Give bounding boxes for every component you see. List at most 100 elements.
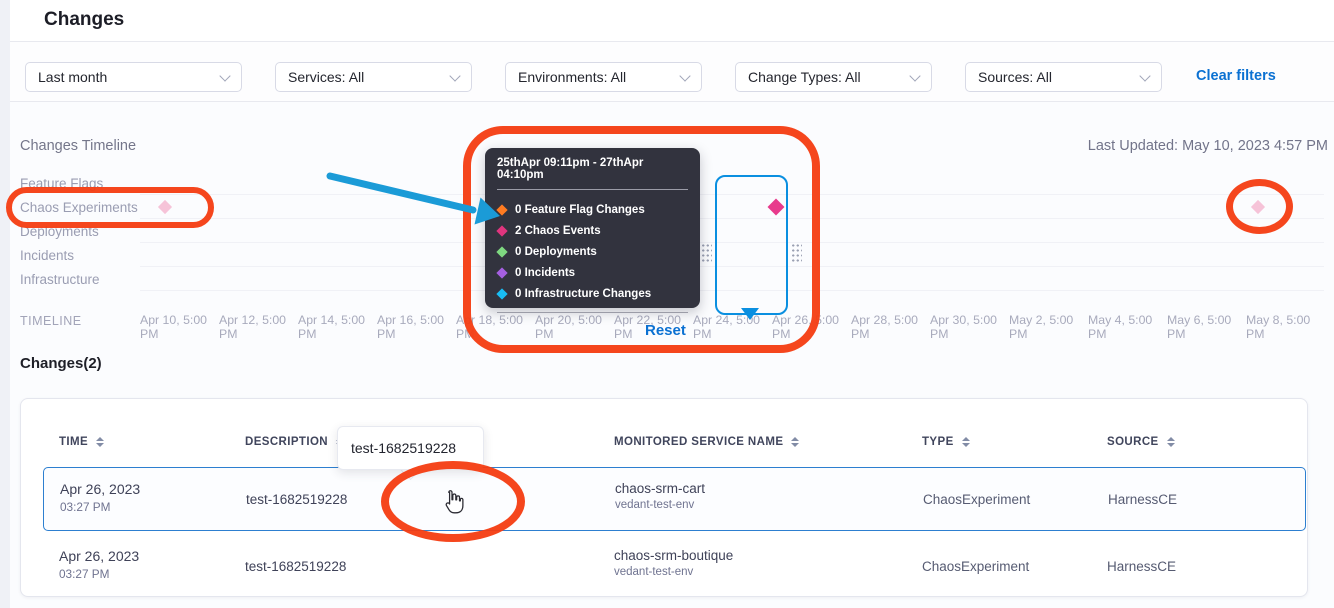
filter-dropdown-1[interactable]: Services: All bbox=[275, 62, 472, 92]
tick-line2: PM bbox=[1088, 327, 1166, 341]
changes-page: Changes Last month Services: All Environme… bbox=[0, 0, 1334, 608]
filter-dropdown-value: Last month bbox=[38, 69, 107, 85]
timeline-lane-chaos-experiments: Chaos Experiments bbox=[20, 200, 138, 215]
sort-icon[interactable] bbox=[791, 437, 799, 447]
tick-line2: PM bbox=[377, 327, 455, 341]
legend-label: 2 Chaos Events bbox=[515, 225, 601, 237]
timeline-tick: Apr 16, 5:00PM bbox=[377, 313, 455, 341]
tick-line2: PM bbox=[1167, 327, 1245, 341]
table-row[interactable]: Apr 26, 2023 03:27 PM test-1682519228 chaos… bbox=[43, 538, 1306, 596]
filter-dropdown-3[interactable]: Change Types: All bbox=[735, 62, 932, 92]
tick-line1: May 6, 5:00 bbox=[1167, 313, 1245, 327]
legend-item: 0 Infrastructure Changes bbox=[497, 283, 688, 304]
column-header-label: TYPE bbox=[922, 436, 954, 448]
last-updated-text: Last Updated: May 10, 2023 4:57 PM bbox=[1088, 138, 1328, 154]
tick-line2: PM bbox=[1009, 327, 1087, 341]
cell-time: Apr 26, 202303:27 PM bbox=[60, 481, 140, 514]
column-header-type[interactable]: TYPE bbox=[922, 436, 970, 448]
sort-up-icon bbox=[791, 437, 799, 441]
tick-line2: PM bbox=[298, 327, 376, 341]
row-date: Apr 26, 2023 bbox=[59, 548, 139, 564]
column-header-time[interactable]: TIME bbox=[59, 436, 104, 448]
column-header-label: SOURCE bbox=[1107, 436, 1159, 448]
sort-down-icon bbox=[962, 443, 970, 447]
column-header-description[interactable]: DESCRIPTION bbox=[245, 436, 344, 448]
legend-diamond-icon bbox=[496, 225, 507, 236]
tick-line1: Apr 12, 5:00 bbox=[219, 313, 297, 327]
column-header-label: DESCRIPTION bbox=[245, 436, 328, 448]
timeline-brush-selection[interactable] bbox=[715, 175, 788, 315]
cell-description: test-1682519228 bbox=[245, 559, 346, 574]
column-header-label: MONITORED SERVICE NAME bbox=[614, 436, 783, 448]
tick-line1: Apr 30, 5:00 bbox=[930, 313, 1008, 327]
tick-line2: PM bbox=[456, 327, 534, 341]
legend-diamond-icon bbox=[496, 204, 507, 215]
tick-line1: Apr 16, 5:00 bbox=[377, 313, 455, 327]
timeline-tick: May 6, 5:00PM bbox=[1167, 313, 1245, 341]
filter-dropdown-4[interactable]: Sources: All bbox=[965, 62, 1162, 92]
tick-line2: PM bbox=[772, 327, 850, 341]
table-row[interactable]: Apr 26, 202303:27 PM test-1682519228 chaos… bbox=[43, 467, 1306, 531]
row-time: 03:27 PM bbox=[59, 567, 139, 581]
reset-button[interactable]: Reset bbox=[645, 322, 686, 339]
timeline-lane-infrastructure: Infrastructure bbox=[20, 272, 100, 287]
chaos-event-marker-faded-left[interactable] bbox=[158, 200, 172, 214]
legend-diamond-icon bbox=[496, 288, 507, 299]
page-title: Changes bbox=[44, 9, 124, 31]
timeline-lane-incidents: Incidents bbox=[20, 248, 74, 263]
tooltip-legend: 0 Feature Flag Changes2 Chaos Events0 De… bbox=[497, 199, 688, 304]
legend-label: 0 Incidents bbox=[515, 267, 575, 279]
legend-item: 2 Chaos Events bbox=[497, 220, 688, 241]
sort-icon[interactable] bbox=[1167, 437, 1175, 447]
drag-handle-left-icon[interactable] bbox=[701, 243, 712, 262]
sort-icon[interactable] bbox=[962, 437, 970, 447]
clear-filters-link[interactable]: Clear filters bbox=[1196, 68, 1276, 84]
column-header-monitored-service-name[interactable]: MONITORED SERVICE NAME bbox=[614, 436, 799, 448]
cell-type: ChaosExperiment bbox=[923, 492, 1030, 507]
timeline-section-title: Changes Timeline bbox=[20, 138, 136, 154]
chaos-event-marker-faded-right[interactable] bbox=[1251, 200, 1265, 214]
tick-line2: PM bbox=[693, 327, 771, 341]
cell-monitored-service: chaos-srm-boutique vedant-test-env bbox=[614, 548, 733, 578]
chevron-down-icon bbox=[909, 70, 920, 81]
cell-description: test-1682519228 bbox=[246, 492, 347, 507]
timeline-tick: May 8, 5:00PM bbox=[1246, 313, 1324, 341]
filter-dropdown-0[interactable]: Last month bbox=[25, 62, 242, 92]
hand-cursor-icon bbox=[440, 489, 464, 520]
tooltip-time-range: 25thApr 09:11pm - 27thApr 04:10pm bbox=[497, 157, 688, 181]
tick-line2: PM bbox=[140, 327, 218, 341]
timeline-tick: Apr 18, 5:00PM bbox=[456, 313, 534, 341]
sort-up-icon bbox=[1167, 437, 1175, 441]
tick-line2: PM bbox=[1246, 327, 1324, 341]
changes-count-heading: Changes(2) bbox=[20, 355, 102, 372]
timeline-hover-tooltip: 25thApr 09:11pm - 27thApr 04:10pm 0 Feat… bbox=[485, 148, 700, 308]
filter-dropdown-value: Change Types: All bbox=[748, 69, 861, 85]
tick-line2: PM bbox=[851, 327, 929, 341]
legend-diamond-icon bbox=[496, 246, 507, 257]
timeline-tick: Apr 14, 5:00PM bbox=[298, 313, 376, 341]
row-service-name: chaos-srm-boutique bbox=[614, 548, 733, 563]
filter-dropdown-2[interactable]: Environments: All bbox=[505, 62, 702, 92]
sort-down-icon bbox=[96, 443, 104, 447]
changes-table-card: TIME DESCRIPTION MONITORED SERVICE NAME TYP… bbox=[20, 398, 1308, 597]
row-environment: vedant-test-env bbox=[614, 566, 733, 578]
timeline-tick: Apr 20, 5:00PM bbox=[535, 313, 613, 341]
timeline-tick: Apr 28, 5:00PM bbox=[851, 313, 929, 341]
cell-time: Apr 26, 2023 03:27 PM bbox=[59, 548, 139, 581]
tick-line2: PM bbox=[219, 327, 297, 341]
tick-line1: Apr 28, 5:00 bbox=[851, 313, 929, 327]
column-header-label: TIME bbox=[59, 436, 88, 448]
left-edge-strip bbox=[0, 0, 10, 608]
selection-pointer-icon bbox=[741, 308, 759, 320]
filter-dropdown-value: Environments: All bbox=[518, 69, 626, 85]
sort-up-icon bbox=[962, 437, 970, 441]
tick-line1: Apr 26, 5:00 bbox=[772, 313, 850, 327]
sort-icon[interactable] bbox=[96, 437, 104, 447]
row-service-name: chaos-srm-cart bbox=[615, 481, 705, 496]
drag-handle-right-icon[interactable] bbox=[791, 243, 802, 262]
row-hover-tooltip: test-1682519228 bbox=[337, 426, 484, 470]
column-header-source[interactable]: SOURCE bbox=[1107, 436, 1175, 448]
filter-dropdown-value: Sources: All bbox=[978, 69, 1052, 85]
chevron-down-icon bbox=[1139, 70, 1150, 81]
chevron-down-icon bbox=[449, 70, 460, 81]
